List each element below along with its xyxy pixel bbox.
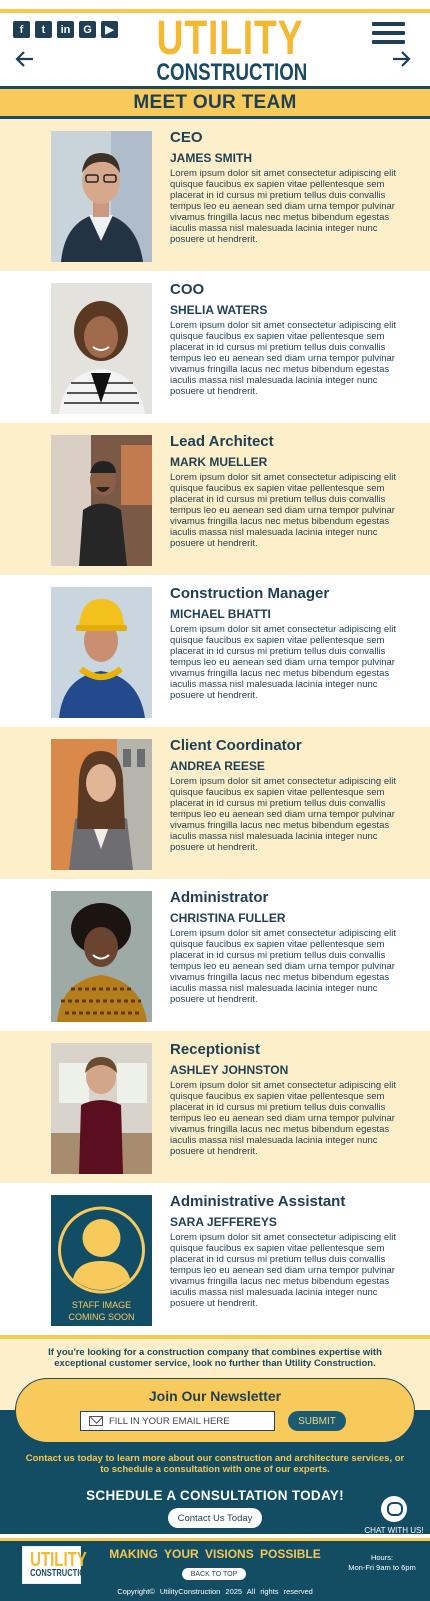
site-footer: UTILITY CONSTRUCTION MAKING YOUR VISIONS… [0,1538,430,1601]
team-member-card: STAFF IMAGE COMING SOON Administrative A… [0,1183,430,1335]
arrow-left-icon[interactable] [15,49,35,69]
logo-secondary-text: CONSTRUCTION [156,59,308,86]
team-member-role: Administrator [170,889,269,906]
business-hours: Hours: Mon-Fri 9am to 6pm [342,1553,422,1573]
footer-logo[interactable]: UTILITY CONSTRUCTION [22,1546,91,1584]
newsletter-panel: Join Our Newsletter FILL IN YOUR EMAIL H… [15,1378,415,1443]
footer-logo-primary: UTILITY [30,1549,87,1571]
email-placeholder[interactable]: FILL IN YOUR EMAIL HERE [109,1416,230,1427]
chat-bubble-icon[interactable] [381,1496,407,1522]
chat-label[interactable]: CHAT WITH US! [358,1526,430,1535]
team-member-role: Lead Architect [170,433,274,450]
team-member-info: Client Coordinator ANDREA REESE Lorem ip… [170,737,398,853]
promo-text: If you're looking for a construction com… [48,1347,382,1369]
submit-button[interactable]: SUBMIT [288,1411,346,1431]
team-member-bio: Lorem ipsum dolor sit amet consectetur a… [170,472,396,549]
team-member-role: Receptionist [170,1041,261,1058]
contact-us-button[interactable]: Contact Us Today [168,1508,262,1528]
site-logo[interactable]: UTILITY CONSTRUCTION [140,12,308,86]
team-member-bio: Lorem ipsum dolor sit amet consectetur a… [170,776,396,853]
hours-label: Hours: [370,1553,394,1562]
team-member-role: COO [170,281,205,298]
team-member-role: Client Coordinator [170,737,302,754]
facebook-icon[interactable]: f [13,21,30,38]
google-icon[interactable]: G [79,21,96,38]
team-member-name: SHELIA WATERS [170,303,268,317]
twitter-icon[interactable]: t [35,21,52,38]
arrow-right-icon[interactable] [391,49,411,69]
team-member-bio: Lorem ipsum dolor sit amet consectetur a… [170,624,396,701]
team-member-name: MICHAEL BHATTI [170,607,271,621]
team-member-info: COO SHELIA WATERS Lorem ipsum dolor sit … [170,281,398,397]
page-title: MEET OUR TEAM [133,91,297,113]
team-member-card: COO SHELIA WATERS Lorem ipsum dolor sit … [0,271,430,423]
team-member-role: Construction Manager [170,585,330,602]
team-member-photo [51,435,152,566]
team-member-photo [51,587,152,718]
team-member-name: SARA JEFFEREYS [170,1215,277,1229]
team-member-card: Receptionist ASHLEY JOHNSTON Lorem ipsum… [0,1031,430,1183]
team-member-card: Administrator CHRISTINA FULLER Lorem ips… [0,879,430,1031]
team-member-info: Receptionist ASHLEY JOHNSTON Lorem ipsum… [170,1041,398,1157]
team-member-card: Construction Manager MICHAEL BHATTI Lore… [0,575,430,727]
team-member-bio: Lorem ipsum dolor sit amet consectetur a… [170,1232,396,1309]
youtube-icon[interactable]: ▶ [101,21,118,38]
team-member-bio: Lorem ipsum dolor sit amet consectetur a… [170,320,396,397]
newsletter-title: Join Our Newsletter [148,1388,282,1404]
team-member-card: CEO JAMES SMITH Lorem ipsum dolor sit am… [0,119,430,271]
team-member-info: Administrative Assistant SARA JEFFEREYS … [170,1193,398,1309]
site-header: f t in G ▶ UTILITY CONSTRUCTION [0,13,430,88]
logo-primary-text: UTILITY [156,12,304,65]
team-member-card: Client Coordinator ANDREA REESE Lorem ip… [0,727,430,879]
linkedin-icon[interactable]: in [57,21,74,38]
team-member-role: CEO [170,129,203,146]
team-list: CEO JAMES SMITH Lorem ipsum dolor sit am… [0,119,430,1335]
email-input[interactable]: FILL IN YOUR EMAIL HERE [80,1411,275,1431]
team-member-info: CEO JAMES SMITH Lorem ipsum dolor sit am… [170,129,398,245]
team-member-photo [51,283,152,414]
hours-value: Mon-Fri 9am to 6pm [348,1563,416,1572]
team-member-name: ASHLEY JOHNSTON [170,1063,289,1077]
team-member-bio: Lorem ipsum dolor sit amet consectetur a… [170,168,396,245]
team-member-photo [51,891,152,1022]
staff-image-placeholder: STAFF IMAGE COMING SOON [51,1195,152,1326]
copyright-text: Copyright© UtilityConstruction 2025 All … [117,1587,313,1596]
footer-logo-secondary: CONSTRUCTION [30,1568,91,1579]
contact-text: Contact us today to learn more about our… [25,1453,405,1475]
team-member-photo [51,1043,152,1174]
hamburger-menu-icon[interactable] [372,22,405,45]
envelope-icon [89,1416,103,1426]
team-member-name: ANDREA REESE [170,759,265,773]
page-title-bar: MEET OUR TEAM [0,86,430,119]
team-member-info: Administrator CHRISTINA FULLER Lorem ips… [170,889,398,1005]
team-member-bio: Lorem ipsum dolor sit amet consectetur a… [170,928,396,1005]
team-member-bio: Lorem ipsum dolor sit amet consectetur a… [170,1080,396,1157]
team-member-info: Construction Manager MICHAEL BHATTI Lore… [170,585,398,701]
social-links: f t in G ▶ [13,21,118,38]
chat-widget[interactable]: CHAT WITH US! [358,1496,430,1535]
placeholder-caption: STAFF IMAGE COMING SOON [68,1300,135,1322]
team-member-role: Administrative Assistant [170,1193,346,1210]
team-member-info: Lead Architect MARK MUELLER Lorem ipsum … [170,433,398,549]
team-member-photo [51,131,152,262]
footer-tagline: MAKING YOUR VISIONS POSSIBLE [109,1547,321,1561]
back-to-top-button[interactable]: BACK TO TOP [182,1568,246,1580]
team-member-photo [51,739,152,870]
team-member-name: JAMES SMITH [170,151,253,165]
team-member-name: MARK MUELLER [170,455,268,469]
team-member-card: Lead Architect MARK MUELLER Lorem ipsum … [0,423,430,575]
team-member-name: CHRISTINA FULLER [170,911,286,925]
